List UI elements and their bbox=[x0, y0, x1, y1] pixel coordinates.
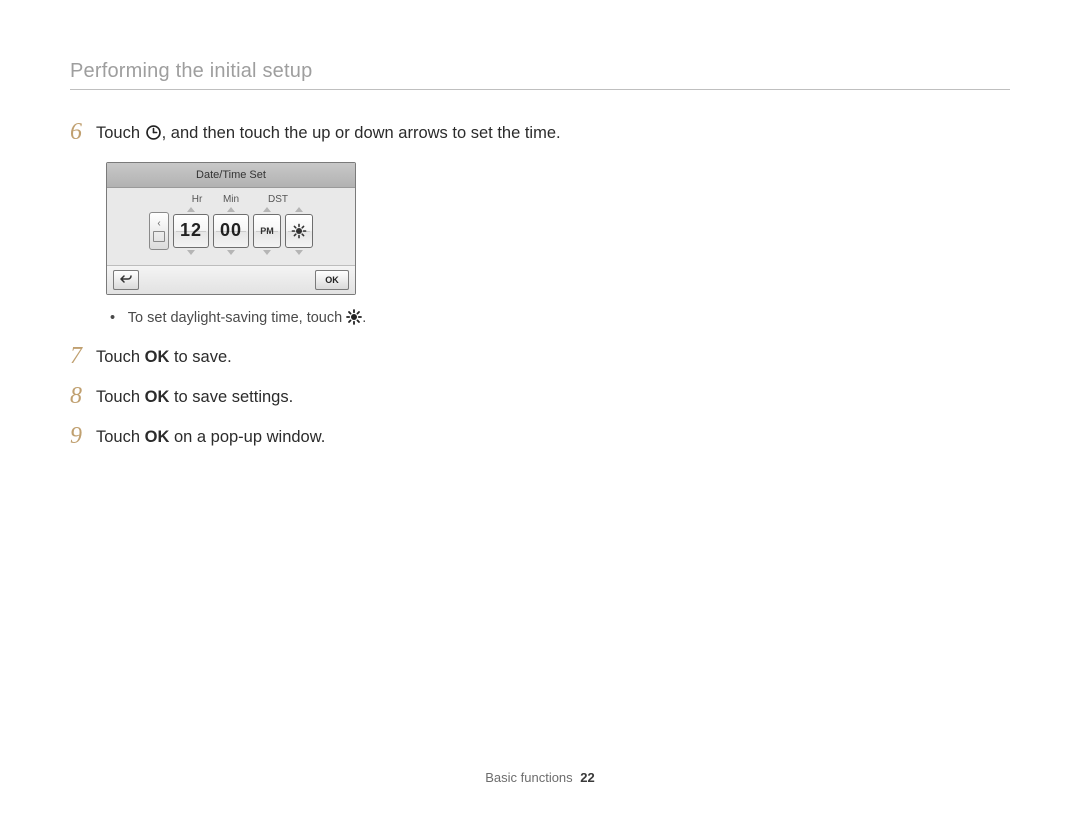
arrow-up-icon bbox=[227, 207, 235, 212]
step-number: 9 bbox=[70, 424, 96, 448]
dst-stepper[interactable] bbox=[285, 207, 313, 255]
step-number: 6 bbox=[70, 120, 96, 144]
minute-value: 00 bbox=[213, 214, 249, 248]
hour-value: 12 bbox=[173, 214, 209, 248]
step-8: 8 Touch OK to save settings. bbox=[70, 384, 590, 410]
text: Touch bbox=[96, 428, 145, 446]
sun-dst-icon bbox=[346, 309, 362, 325]
minute-stepper[interactable]: 00 bbox=[213, 207, 249, 255]
arrow-down-icon bbox=[263, 250, 271, 255]
step-7: 7 Touch OK to save. bbox=[70, 344, 590, 370]
step-text: Touch , and then touch the up or down ar… bbox=[96, 120, 561, 146]
text: Touch bbox=[96, 388, 145, 406]
arrow-up-icon bbox=[295, 207, 303, 212]
step-text: Touch OK to save. bbox=[96, 344, 232, 370]
step-number: 7 bbox=[70, 344, 96, 368]
text: on a pop-up window. bbox=[169, 428, 325, 446]
bullet-icon: • bbox=[110, 310, 124, 326]
column-labels: Hr Min DST bbox=[115, 190, 347, 205]
arrow-down-icon bbox=[295, 250, 303, 255]
step-number: 8 bbox=[70, 384, 96, 408]
text: , and then touch the up or down arrows t… bbox=[162, 124, 561, 142]
dst-value bbox=[285, 214, 313, 248]
hour-stepper[interactable]: 12 bbox=[173, 207, 209, 255]
step-text: Touch OK on a pop-up window. bbox=[96, 424, 325, 450]
page-number: 22 bbox=[580, 770, 594, 785]
return-arrow-icon bbox=[120, 275, 132, 285]
device-title: Date/Time Set bbox=[107, 163, 355, 188]
ampm-value: PM bbox=[253, 214, 281, 248]
device-screenshot: Date/Time Set Hr Min DST ‹ 12 bbox=[106, 162, 356, 295]
text: To set daylight-saving time, touch bbox=[128, 310, 346, 326]
sub-bullet: • To set daylight-saving time, touch . bbox=[110, 309, 590, 326]
label-min: Min bbox=[214, 194, 248, 205]
arrow-up-icon bbox=[263, 207, 271, 212]
ok-label: OK bbox=[145, 348, 170, 366]
page-footer: Basic functions 22 bbox=[0, 770, 1080, 785]
ampm-stepper[interactable]: PM bbox=[253, 207, 281, 255]
calendar-icon bbox=[153, 231, 165, 242]
label-dst: DST bbox=[248, 194, 308, 205]
text: to save settings. bbox=[169, 388, 293, 406]
arrow-down-icon bbox=[227, 250, 235, 255]
step-text: Touch OK to save settings. bbox=[96, 384, 293, 410]
step-6: 6 Touch , and then touch the up or down … bbox=[70, 120, 590, 146]
device-ok-button[interactable]: OK bbox=[315, 270, 349, 290]
clock-icon bbox=[145, 124, 162, 141]
arrow-down-icon bbox=[187, 250, 195, 255]
step-9: 9 Touch OK on a pop-up window. bbox=[70, 424, 590, 450]
steps-list: 6 Touch , and then touch the up or down … bbox=[70, 120, 590, 450]
section-heading: Performing the initial setup bbox=[70, 60, 1010, 83]
text: Touch bbox=[96, 348, 145, 366]
text: . bbox=[362, 310, 366, 326]
arrow-up-icon bbox=[187, 207, 195, 212]
label-hr: Hr bbox=[180, 194, 214, 205]
ok-label: OK bbox=[145, 428, 170, 446]
text: to save. bbox=[169, 348, 231, 366]
divider bbox=[70, 89, 1010, 90]
sun-dst-icon bbox=[291, 223, 307, 239]
chevron-left-icon: ‹ bbox=[157, 219, 160, 229]
text: Touch bbox=[96, 124, 145, 142]
ok-label: OK bbox=[145, 388, 170, 406]
prev-date-button[interactable]: ‹ bbox=[149, 212, 169, 250]
back-button[interactable] bbox=[113, 270, 139, 290]
footer-section: Basic functions bbox=[485, 770, 572, 785]
